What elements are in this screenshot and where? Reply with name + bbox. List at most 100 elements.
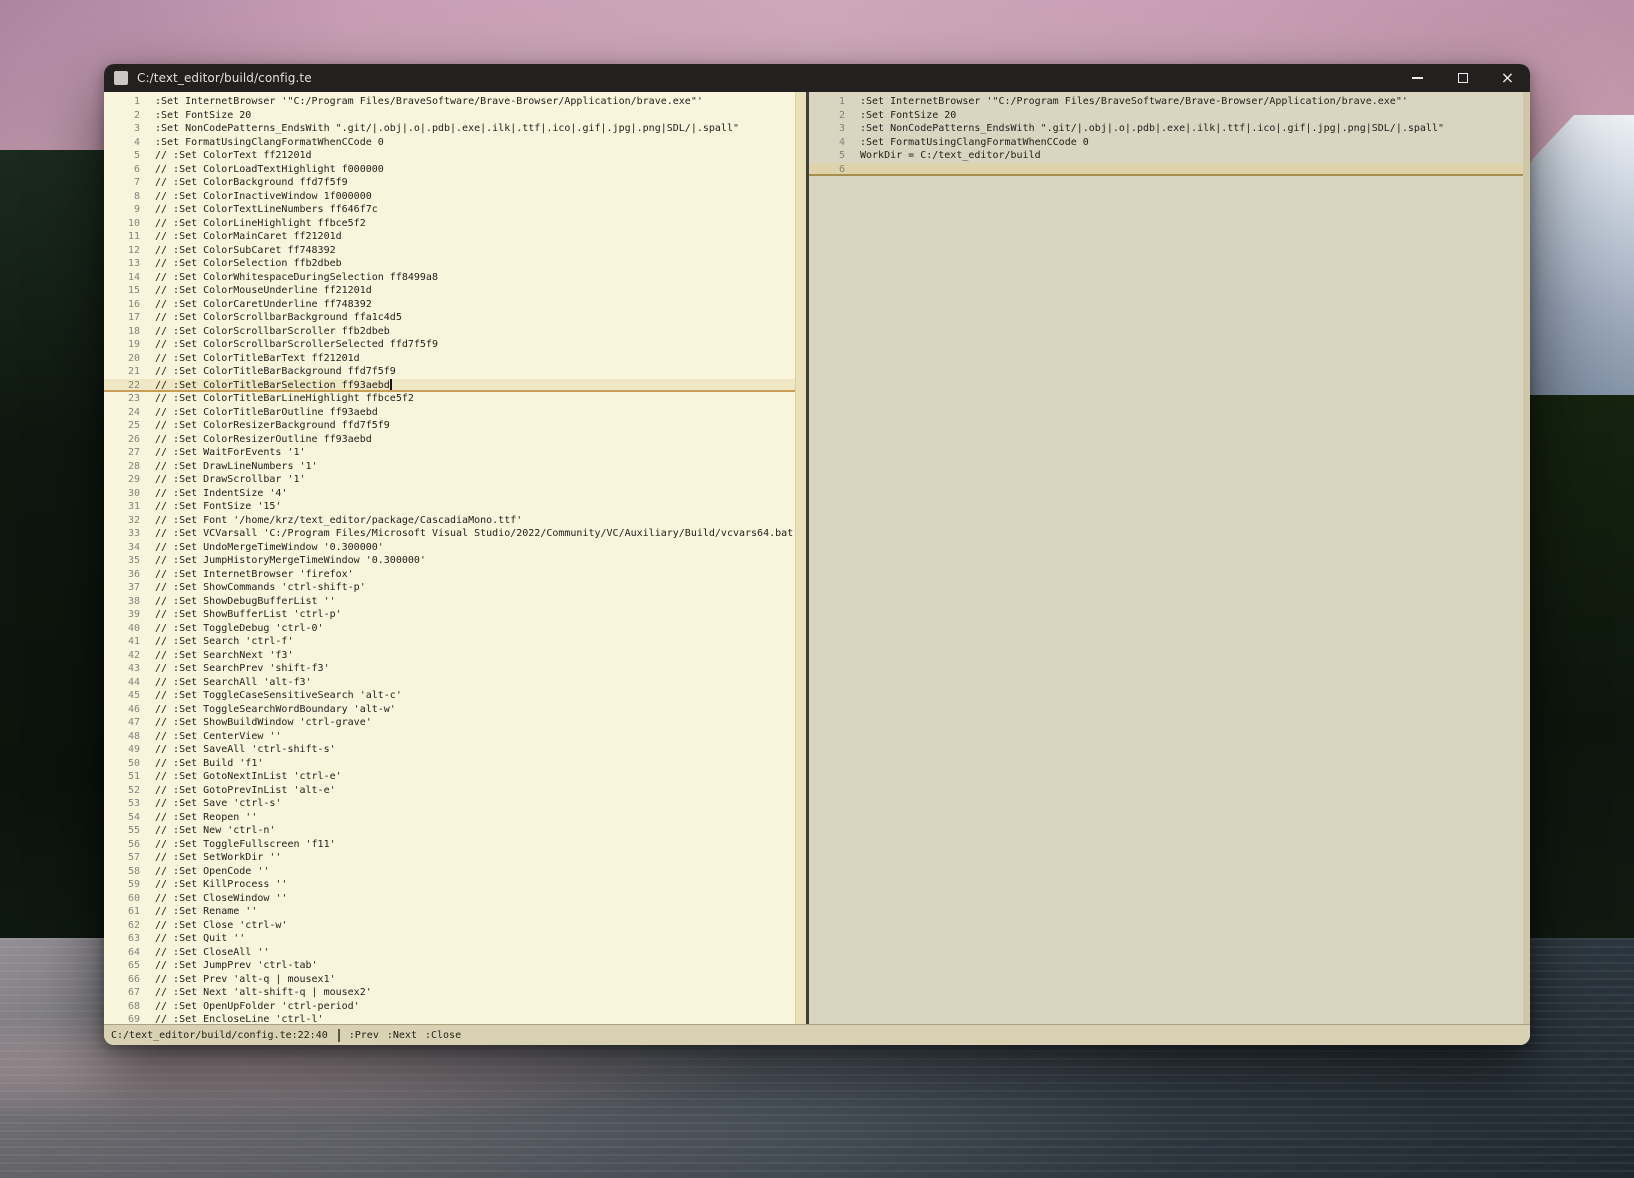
code-text: // :Set ShowDebugBufferList '' <box>140 595 336 609</box>
line-number: 60 <box>104 892 140 906</box>
code-line[interactable]: 21// :Set ColorTitleBarBackground ffd7f5… <box>104 365 806 379</box>
maximize-button[interactable] <box>1440 64 1485 92</box>
code-line[interactable]: 68// :Set OpenUpFolder 'ctrl-period' <box>104 1000 806 1014</box>
code-line[interactable]: 24// :Set ColorTitleBarOutline ff93aebd <box>104 406 806 420</box>
code-line[interactable]: 42// :Set SearchNext 'f3' <box>104 649 806 663</box>
code-line[interactable]: 63// :Set Quit '' <box>104 932 806 946</box>
code-line[interactable]: 67// :Set Next 'alt-shift-q | mousex2' <box>104 986 806 1000</box>
line-number: 25 <box>104 419 140 433</box>
code-line[interactable]: 41// :Set Search 'ctrl-f' <box>104 635 806 649</box>
code-line[interactable]: 35// :Set JumpHistoryMergeTimeWindow '0.… <box>104 554 806 568</box>
code-line[interactable]: 3:Set NonCodePatterns_EndsWith ".git/|.o… <box>809 122 1530 136</box>
code-text: // :Set ShowBufferList 'ctrl-p' <box>140 608 342 622</box>
code-line[interactable]: 4:Set FormatUsingClangFormatWhenCCode 0 <box>104 136 806 150</box>
close-button[interactable]: × <box>1485 64 1530 92</box>
code-line[interactable]: 12// :Set ColorSubCaret ff748392 <box>104 244 806 258</box>
code-text: :Set FontSize 20 <box>845 109 956 123</box>
status-command-close[interactable]: :Close <box>425 1030 461 1041</box>
code-line[interactable]: 29// :Set DrawScrollbar '1' <box>104 473 806 487</box>
code-line[interactable]: 50// :Set Build 'f1' <box>104 757 806 771</box>
code-line[interactable]: 64// :Set CloseAll '' <box>104 946 806 960</box>
code-line[interactable]: 1:Set InternetBrowser '"C:/Program Files… <box>104 95 806 109</box>
code-text: // :Set SetWorkDir '' <box>140 851 281 865</box>
line-number: 27 <box>104 446 140 460</box>
code-line[interactable]: 45// :Set ToggleCaseSensitiveSearch 'alt… <box>104 689 806 703</box>
code-line[interactable]: 8// :Set ColorInactiveWindow 1f000000 <box>104 190 806 204</box>
code-line[interactable]: 1:Set InternetBrowser '"C:/Program Files… <box>809 95 1530 109</box>
code-line[interactable]: 59// :Set KillProcess '' <box>104 878 806 892</box>
status-command-prev[interactable]: :Prev <box>349 1030 379 1041</box>
code-line[interactable]: 47// :Set ShowBuildWindow 'ctrl-grave' <box>104 716 806 730</box>
code-line[interactable]: 2:Set FontSize 20 <box>809 109 1530 123</box>
code-line[interactable]: 56// :Set ToggleFullscreen 'f11' <box>104 838 806 852</box>
code-line[interactable]: 49// :Set SaveAll 'ctrl-shift-s' <box>104 743 806 757</box>
code-line[interactable]: 3:Set NonCodePatterns_EndsWith ".git/|.o… <box>104 122 806 136</box>
code-line[interactable]: 18// :Set ColorScrollbarScroller ffb2dbe… <box>104 325 806 339</box>
code-line[interactable]: 46// :Set ToggleSearchWordBoundary 'alt-… <box>104 703 806 717</box>
code-line[interactable]: 43// :Set SearchPrev 'shift-f3' <box>104 662 806 676</box>
editor-pane-left[interactable]: 1:Set InternetBrowser '"C:/Program Files… <box>104 92 806 1024</box>
code-text: // :Set OpenUpFolder 'ctrl-period' <box>140 1000 360 1014</box>
code-line[interactable]: 39// :Set ShowBufferList 'ctrl-p' <box>104 608 806 622</box>
status-command-next[interactable]: :Next <box>387 1030 417 1041</box>
code-line[interactable]: 44// :Set SearchAll 'alt-f3' <box>104 676 806 690</box>
code-line[interactable]: 20// :Set ColorTitleBarText ff21201d <box>104 352 806 366</box>
code-line[interactable]: 52// :Set GotoPrevInList 'alt-e' <box>104 784 806 798</box>
code-line[interactable]: 22// :Set ColorTitleBarSelection ff93aeb… <box>104 379 806 393</box>
code-text: // :Set ToggleDebug 'ctrl-0' <box>140 622 324 636</box>
code-line[interactable]: 37// :Set ShowCommands 'ctrl-shift-p' <box>104 581 806 595</box>
code-line[interactable]: 30// :Set IndentSize '4' <box>104 487 806 501</box>
code-line[interactable]: 54// :Set Reopen '' <box>104 811 806 825</box>
window-titlebar[interactable]: C:/text_editor/build/config.te × <box>104 64 1530 92</box>
line-number: 69 <box>104 1013 140 1024</box>
code-line[interactable]: 51// :Set GotoNextInList 'ctrl-e' <box>104 770 806 784</box>
code-line[interactable]: 55// :Set New 'ctrl-n' <box>104 824 806 838</box>
code-line[interactable]: 33// :Set VCVarsall 'C:/Program Files/Mi… <box>104 527 806 541</box>
code-line[interactable]: 48// :Set CenterView '' <box>104 730 806 744</box>
code-line[interactable]: 5// :Set ColorText ff21201d <box>104 149 806 163</box>
code-line[interactable]: 16// :Set ColorCaretUnderline ff748392 <box>104 298 806 312</box>
code-line[interactable]: 58// :Set OpenCode '' <box>104 865 806 879</box>
code-line[interactable]: 32// :Set Font '/home/krz/text_editor/pa… <box>104 514 806 528</box>
code-line[interactable]: 7// :Set ColorBackground ffd7f5f9 <box>104 176 806 190</box>
code-line[interactable]: 6 <box>809 163 1530 177</box>
right-pane-scrollbar[interactable] <box>1523 92 1530 1024</box>
minimize-button[interactable] <box>1395 64 1440 92</box>
code-line[interactable]: 34// :Set UndoMergeTimeWindow '0.300000' <box>104 541 806 555</box>
code-line[interactable]: 4:Set FormatUsingClangFormatWhenCCode 0 <box>809 136 1530 150</box>
code-line[interactable]: 19// :Set ColorScrollbarScrollerSelected… <box>104 338 806 352</box>
code-line[interactable]: 26// :Set ColorResizerOutline ff93aebd <box>104 433 806 447</box>
code-line[interactable]: 17// :Set ColorScrollbarBackground ffa1c… <box>104 311 806 325</box>
code-line[interactable]: 38// :Set ShowDebugBufferList '' <box>104 595 806 609</box>
code-line[interactable]: 69// :Set EncloseLine 'ctrl-l' <box>104 1013 806 1024</box>
code-line[interactable]: 31// :Set FontSize '15' <box>104 500 806 514</box>
code-text: // :Set SearchNext 'f3' <box>140 649 293 663</box>
code-text: // :Set SearchAll 'alt-f3' <box>140 676 312 690</box>
code-line[interactable]: 57// :Set SetWorkDir '' <box>104 851 806 865</box>
code-line[interactable]: 65// :Set JumpPrev 'ctrl-tab' <box>104 959 806 973</box>
code-line[interactable]: 10// :Set ColorLineHighlight ffbce5f2 <box>104 217 806 231</box>
code-line[interactable]: 36// :Set InternetBrowser 'firefox' <box>104 568 806 582</box>
code-line[interactable]: 5WorkDir = C:/text_editor/build <box>809 149 1530 163</box>
code-text: // :Set New 'ctrl-n' <box>140 824 275 838</box>
code-line[interactable]: 25// :Set ColorResizerBackground ffd7f5f… <box>104 419 806 433</box>
code-line[interactable]: 2:Set FontSize 20 <box>104 109 806 123</box>
code-line[interactable]: 23// :Set ColorTitleBarLineHighlight ffb… <box>104 392 806 406</box>
code-line[interactable]: 14// :Set ColorWhitespaceDuringSelection… <box>104 271 806 285</box>
code-line[interactable]: 27// :Set WaitForEvents '1' <box>104 446 806 460</box>
code-line[interactable]: 53// :Set Save 'ctrl-s' <box>104 797 806 811</box>
code-line[interactable]: 40// :Set ToggleDebug 'ctrl-0' <box>104 622 806 636</box>
code-line[interactable]: 66// :Set Prev 'alt-q | mousex1' <box>104 973 806 987</box>
code-line[interactable]: 15// :Set ColorMouseUnderline ff21201d <box>104 284 806 298</box>
code-line[interactable]: 28// :Set DrawLineNumbers '1' <box>104 460 806 474</box>
line-number: 56 <box>104 838 140 852</box>
editor-pane-right[interactable]: 1:Set InternetBrowser '"C:/Program Files… <box>809 92 1530 1024</box>
code-line[interactable]: 13// :Set ColorSelection ffb2dbeb <box>104 257 806 271</box>
code-line[interactable]: 60// :Set CloseWindow '' <box>104 892 806 906</box>
code-line[interactable]: 9// :Set ColorTextLineNumbers ff646f7c <box>104 203 806 217</box>
code-line[interactable]: 62// :Set Close 'ctrl-w' <box>104 919 806 933</box>
code-line[interactable]: 61// :Set Rename '' <box>104 905 806 919</box>
code-line[interactable]: 11// :Set ColorMainCaret ff21201d <box>104 230 806 244</box>
left-pane-scrollbar[interactable] <box>795 92 806 1024</box>
code-line[interactable]: 6// :Set ColorLoadTextHighlight f000000 <box>104 163 806 177</box>
